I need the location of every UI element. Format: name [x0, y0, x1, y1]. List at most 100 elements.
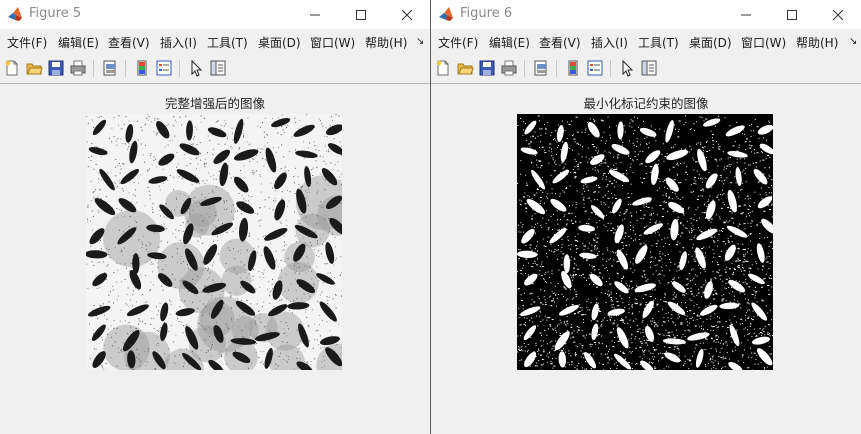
marker-speckle	[751, 264, 753, 266]
marker-speckle	[716, 160, 718, 162]
menu-insert[interactable]: 插入(I)	[160, 34, 197, 51]
save-button[interactable]	[47, 59, 65, 77]
speckle	[314, 145, 316, 147]
menu-edit[interactable]: 编辑(E)	[489, 34, 530, 51]
open-file-button[interactable]	[456, 59, 474, 77]
speckle	[105, 362, 107, 364]
title-bar[interactable]: Figure 5	[0, 0, 430, 29]
print-preview-button[interactable]	[532, 59, 550, 77]
menu-overflow-button[interactable]: ↘	[849, 36, 857, 47]
save-button[interactable]	[478, 59, 496, 77]
marker-speckle	[579, 221, 581, 223]
marker-speckle	[725, 300, 727, 302]
marker-speckle	[700, 189, 703, 191]
property-inspector-button[interactable]	[209, 59, 227, 77]
speckle	[216, 322, 218, 324]
speckle	[315, 255, 317, 257]
marker-speckle	[570, 326, 573, 328]
colorbar-button[interactable]	[564, 59, 582, 77]
menu-file[interactable]: 文件(F)	[438, 34, 478, 51]
marker-speckle	[540, 134, 542, 136]
speckle	[240, 332, 242, 334]
print-preview-button[interactable]	[101, 59, 119, 77]
marker-speckle	[715, 338, 718, 340]
menu-file[interactable]: 文件(F)	[7, 34, 47, 51]
marker-speckle	[576, 331, 578, 333]
marker-speckle	[538, 160, 541, 162]
speckle	[300, 187, 302, 189]
print-button[interactable]	[500, 59, 518, 77]
speckle	[90, 160, 92, 162]
speckle	[223, 202, 225, 204]
menu-desktop[interactable]: 桌面(D)	[689, 34, 732, 51]
marker-speckle	[731, 212, 733, 214]
marker-speckle	[559, 193, 561, 195]
marker-speckle	[573, 257, 575, 259]
speckle	[180, 224, 182, 226]
speckle	[257, 125, 259, 127]
marker-speckle	[743, 267, 745, 269]
marker-speckle	[754, 119, 756, 121]
marker-speckle	[669, 331, 671, 333]
marker-speckle	[591, 156, 594, 158]
marker-speckle	[737, 360, 739, 362]
close-button[interactable]	[815, 0, 861, 29]
maximize-button[interactable]	[769, 0, 815, 29]
speckle	[260, 321, 262, 323]
speckle	[318, 280, 320, 282]
speckle	[107, 328, 109, 330]
marker-speckle	[631, 305, 633, 307]
speckle	[272, 187, 274, 189]
menu-view[interactable]: 查看(V)	[539, 34, 581, 51]
new-figure-button[interactable]	[3, 59, 21, 77]
marker-speckle	[605, 280, 607, 282]
property-inspector-button[interactable]	[640, 59, 658, 77]
marker-speckle	[602, 218, 604, 220]
menu-help[interactable]: 帮助(H)	[365, 34, 407, 51]
new-figure-button[interactable]	[434, 59, 452, 77]
menu-tools[interactable]: 工具(T)	[638, 34, 679, 51]
menu-edit[interactable]: 编辑(E)	[58, 34, 99, 51]
menu-view[interactable]: 查看(V)	[108, 34, 150, 51]
speckle	[155, 306, 157, 308]
marker-speckle	[706, 157, 708, 159]
close-button[interactable]	[384, 0, 430, 29]
marker-speckle	[718, 148, 721, 150]
open-file-button[interactable]	[25, 59, 43, 77]
marker-speckle	[685, 302, 687, 304]
colorbar-button[interactable]	[133, 59, 151, 77]
marker-speckle	[718, 233, 720, 235]
maximize-button[interactable]	[338, 0, 384, 29]
marker-speckle	[719, 194, 721, 196]
menu-tools[interactable]: 工具(T)	[207, 34, 248, 51]
menu-help[interactable]: 帮助(H)	[796, 34, 838, 51]
menu-desktop[interactable]: 桌面(D)	[258, 34, 301, 51]
speckle	[89, 323, 91, 325]
speckle	[118, 124, 120, 126]
marker-speckle	[570, 220, 572, 222]
marker-speckle	[672, 146, 674, 148]
marker-speckle	[548, 150, 550, 152]
title-bar[interactable]: Figure 6	[431, 0, 861, 29]
legend-button[interactable]	[155, 59, 173, 77]
edit-plot-arrow-button[interactable]	[187, 59, 205, 77]
marker-speckle	[529, 196, 531, 198]
legend-button[interactable]	[586, 59, 604, 77]
marker-speckle	[614, 197, 617, 199]
marker-speckle	[768, 167, 770, 169]
minimize-button[interactable]	[292, 0, 338, 29]
menu-insert[interactable]: 插入(I)	[591, 34, 628, 51]
menu-overflow-button[interactable]: ↘	[416, 36, 424, 47]
marker-speckle	[660, 299, 662, 301]
menu-window[interactable]: 窗口(W)	[310, 34, 355, 51]
speckle	[303, 141, 305, 143]
marker-speckle	[573, 169, 575, 171]
print-button[interactable]	[69, 59, 87, 77]
marker-speckle	[600, 140, 602, 142]
speckle	[307, 324, 309, 326]
speckle	[335, 246, 337, 248]
edit-plot-arrow-button[interactable]	[618, 59, 636, 77]
minimize-button[interactable]	[723, 0, 769, 29]
speckle	[190, 158, 192, 160]
menu-window[interactable]: 窗口(W)	[741, 34, 786, 51]
